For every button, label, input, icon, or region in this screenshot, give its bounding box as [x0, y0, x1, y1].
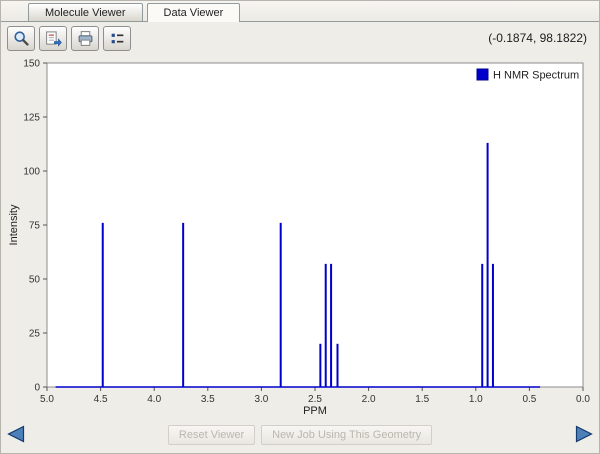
export-image-icon: [45, 30, 62, 47]
print-icon: [77, 30, 94, 47]
print-button[interactable]: [71, 25, 99, 51]
toolbar: [7, 25, 131, 51]
x-tick-label: 3.5: [201, 394, 215, 405]
zoom-icon: [13, 30, 30, 47]
y-tick-label: 0: [34, 383, 40, 394]
x-axis-label: PPM: [303, 405, 327, 415]
legend-toggle-icon: [109, 30, 126, 47]
legend-swatch: [476, 68, 489, 81]
bottom-bar: Reset Viewer New Job Using This Geometry: [1, 416, 599, 453]
legend-toggle-button[interactable]: [103, 25, 131, 51]
x-tick-label: 3.0: [254, 394, 268, 405]
right-arrow-icon: [575, 425, 593, 443]
y-tick-label: 75: [29, 221, 41, 232]
y-tick-label: 100: [23, 167, 40, 178]
left-arrow-icon: [7, 425, 25, 443]
next-view-button[interactable]: [574, 425, 594, 443]
y-tick-label: 150: [23, 59, 40, 70]
x-tick-label: 0.5: [522, 394, 536, 405]
x-tick-label: 4.5: [94, 394, 108, 405]
y-tick-label: 125: [23, 113, 40, 124]
nmr-spectrum-chart[interactable]: 5.0 4.5 4.0 3.5 3.0 2.5 2.0 1.5 1.0 0.5 0.0 0 25 50 75…: [5, 53, 597, 416]
x-tick-label: 2.5: [308, 394, 322, 405]
tab-molecule-viewer[interactable]: Molecule Viewer: [28, 3, 143, 21]
tab-bar: Molecule Viewer Data Viewer: [1, 1, 599, 22]
x-tick-label: 0.0: [576, 394, 590, 405]
y-tick-label: 25: [29, 329, 41, 340]
x-tick-label: 1.5: [415, 394, 429, 405]
y-tick-label: 50: [29, 275, 41, 286]
x-tick-label: 5.0: [40, 394, 54, 405]
legend-label: H NMR Spectrum: [493, 70, 579, 82]
zoom-button[interactable]: [7, 25, 35, 51]
toolbar-row: (-0.1874, 98.1822): [1, 22, 599, 53]
cursor-coordinates: (-0.1874, 98.1822): [488, 31, 587, 45]
previous-view-button[interactable]: [6, 425, 26, 443]
new-job-button[interactable]: New Job Using This Geometry: [261, 424, 433, 445]
webmo-viewer-window: Molecule Viewer Data Viewer (-0.1874, 98…: [0, 0, 600, 454]
x-tick-label: 2.0: [362, 394, 376, 405]
chart-region: 5.0 4.5 4.0 3.5 3.0 2.5 2.0 1.5 1.0 0.5 0.0 0 25 50 75…: [1, 53, 599, 416]
tab-data-viewer[interactable]: Data Viewer: [146, 3, 241, 22]
plot-area[interactable]: [46, 62, 584, 388]
export-image-button[interactable]: [39, 25, 67, 51]
tab-data-viewer-label: Data Viewer: [163, 7, 224, 19]
x-tick-label: 1.0: [469, 394, 483, 405]
tab-molecule-viewer-label: Molecule Viewer: [45, 7, 126, 19]
x-tick-label: 4.0: [147, 394, 161, 405]
reset-viewer-button[interactable]: Reset Viewer: [167, 424, 256, 445]
y-axis-label: Intensity: [8, 204, 20, 245]
